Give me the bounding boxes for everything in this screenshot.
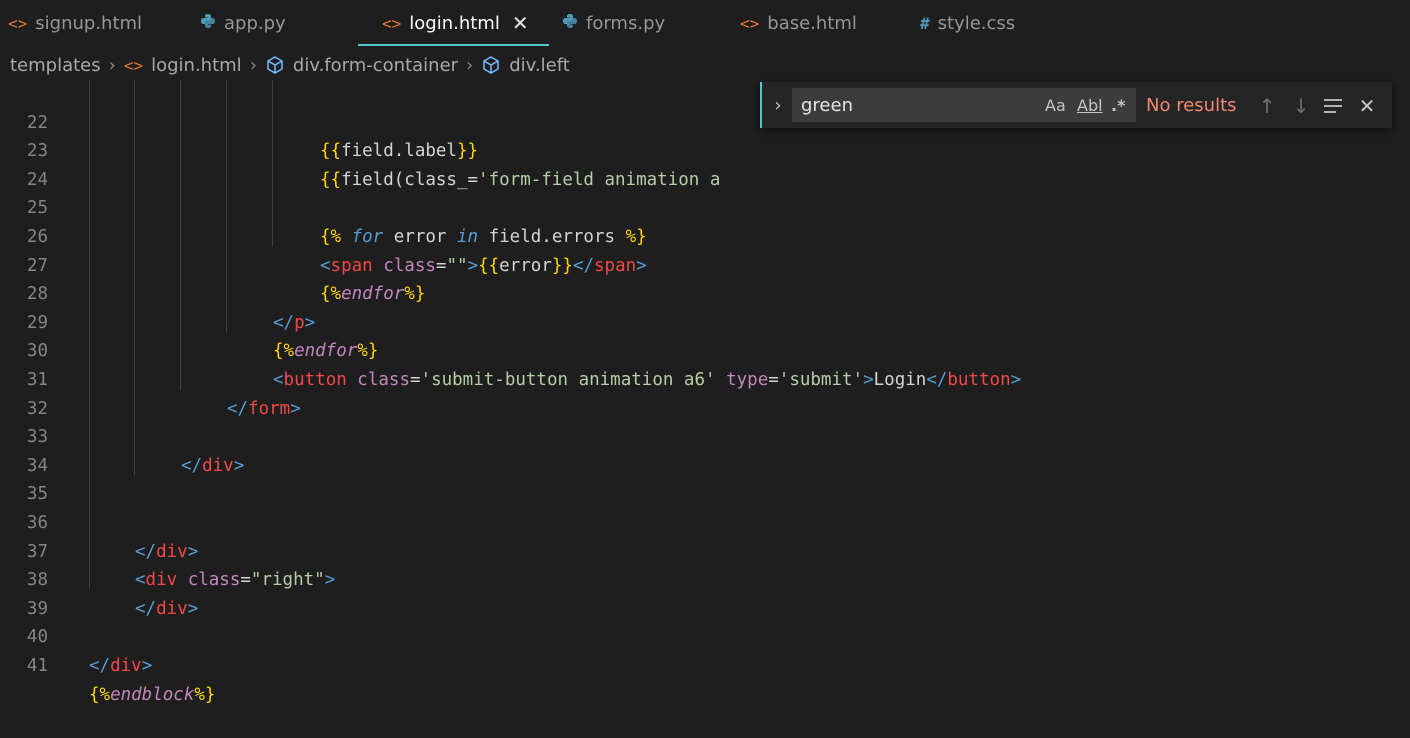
tab-base-html[interactable]: <> base.html — [740, 0, 857, 46]
code-line: 23 {{field(class_='form-field animation … — [0, 109, 720, 190]
code-line: 36 </div> — [0, 480, 198, 562]
cube-icon — [265, 55, 285, 75]
html-icon: <> — [740, 13, 760, 33]
code-line: 40 </div> — [0, 595, 152, 676]
breadcrumb-login-html[interactable]: login.html — [151, 55, 242, 76]
code-line: 22 {{field.label}} — [0, 80, 478, 162]
whole-word-button[interactable]: Abl — [1077, 89, 1103, 123]
tab-label: style.css — [937, 12, 1016, 34]
line-number: 41 — [26, 655, 48, 676]
indent-guide — [134, 80, 135, 475]
find-widget: › green Aa Abl .* No results ↑ ↓ ✕ — [760, 82, 1392, 128]
indent-guide — [89, 80, 90, 588]
html-icon: <> — [8, 13, 28, 33]
breadcrumb-form-container[interactable]: div.form-container — [293, 55, 458, 76]
code-line: 38 </div> — [0, 538, 198, 619]
chevron-right-icon: › — [466, 54, 474, 76]
breadcrumb-templates[interactable]: templates — [10, 55, 101, 76]
tab-style-css[interactable]: # style.css — [920, 0, 1015, 46]
tab-forms-py[interactable]: forms.py — [562, 0, 665, 46]
code-line: 26 <span class="">{{error}}</span> — [0, 194, 647, 276]
tab-label: forms.py — [586, 12, 666, 34]
arrow-down-icon[interactable]: ↓ — [1288, 93, 1314, 119]
code-line: 28 </p> — [0, 252, 315, 333]
find-input[interactable]: green Aa Abl .* — [792, 88, 1136, 122]
code-line: 35 — [0, 452, 48, 504]
chevron-right-icon[interactable]: › — [768, 94, 788, 116]
tab-signup-html[interactable]: <> signup.html — [8, 0, 142, 46]
indent-guide — [226, 80, 227, 332]
code-editor[interactable]: 22 {{field.label}} 23 {{field(class_='fo… — [0, 80, 1410, 705]
code-line: 34 — [0, 423, 48, 476]
tab-login-html[interactable]: <> login.html ✕ — [358, 0, 549, 46]
python-icon — [200, 13, 216, 33]
tab-label: app.py — [224, 12, 286, 34]
code-line: 24 — [0, 137, 48, 190]
code-line: 33 </div> — [0, 395, 244, 476]
indent-guide — [272, 80, 273, 247]
code-line: 29 {%endfor%} — [0, 280, 378, 362]
code-line: 41 {%endblock%} — [0, 623, 216, 705]
chevron-right-icon: › — [249, 54, 257, 76]
code-line: 32 — [0, 366, 48, 419]
code-line: 31 </form> — [0, 337, 301, 419]
find-in-selection-icon[interactable] — [1320, 93, 1346, 119]
find-status: No results — [1146, 95, 1237, 116]
tab-label: base.html — [767, 12, 857, 34]
css-icon: # — [920, 13, 930, 33]
close-icon[interactable]: ✕ — [512, 11, 529, 35]
tab-label: signup.html — [35, 12, 143, 34]
regex-button[interactable]: .* — [1111, 89, 1125, 123]
match-case-button[interactable]: Aa — [1045, 89, 1066, 123]
cube-icon — [481, 55, 501, 75]
tab-label: login.html — [409, 12, 500, 34]
code-line: 39 — [0, 566, 48, 619]
code-line: 37 <div class="right"> — [0, 509, 335, 591]
indent-guide — [180, 80, 181, 390]
python-icon — [562, 13, 578, 33]
code-line: 30 <button class='submit-button animatio… — [0, 309, 1021, 390]
breadcrumb-div-left[interactable]: div.left — [509, 55, 570, 76]
code-line: 27 {%endfor%} — [0, 223, 425, 305]
breadcrumb: templates › <> login.html › div.form-con… — [0, 50, 570, 80]
find-input-value: green — [801, 95, 853, 116]
editor-tab-bar: <> signup.html app.py <> login.html ✕ fo… — [0, 0, 1410, 46]
close-icon[interactable]: ✕ — [1354, 93, 1380, 119]
code-line: 25 {% for error in field.errors %} — [0, 166, 647, 247]
arrow-up-icon[interactable]: ↑ — [1254, 93, 1280, 119]
chevron-right-icon: › — [108, 54, 116, 76]
html-icon: <> — [382, 13, 402, 33]
html-icon: <> — [123, 55, 144, 75]
tab-app-py[interactable]: app.py — [200, 0, 286, 46]
